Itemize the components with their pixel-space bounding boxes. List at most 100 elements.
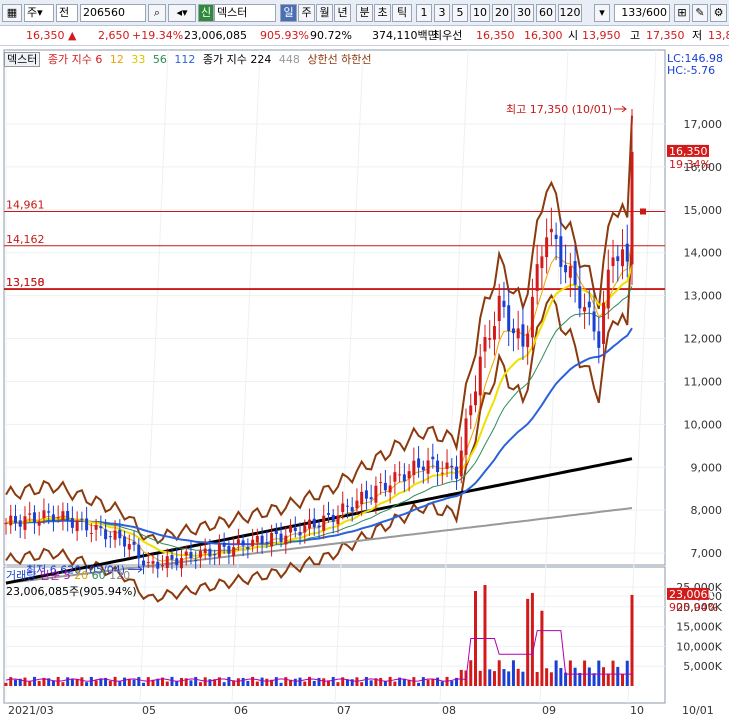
candle-body (464, 418, 468, 455)
volume-bar (554, 660, 558, 686)
bar-count-field[interactable]: 133/600 (614, 4, 670, 22)
grid-icon[interactable]: ▦ (2, 4, 22, 22)
tab-tick[interactable]: 틱 (392, 4, 412, 22)
tab-min-10[interactable]: 10 (470, 4, 490, 22)
prev-select[interactable]: 전 (56, 4, 78, 22)
volume-bar (421, 677, 425, 686)
volume-bar (578, 672, 582, 686)
menu-select[interactable]: 주▾ (24, 4, 54, 22)
price-chart-svg[interactable]: 14,96114,16213,15813,150 17,00016,00015,… (0, 46, 729, 718)
legend-band[interactable]: 상한선 하한선 (307, 53, 371, 66)
candle-body (9, 515, 13, 526)
x-tick-label: 10/01 (682, 704, 714, 717)
legend-ma-56[interactable]: 56 (153, 53, 167, 66)
tab-min-5[interactable]: 5 (452, 4, 468, 22)
speaker-icon[interactable]: ◂▾ (168, 4, 196, 22)
tab-min-120[interactable]: 120 (558, 4, 582, 22)
candle-body (175, 558, 179, 566)
volume-bar (132, 679, 136, 686)
volume-legend-ma-120[interactable]: 120 (109, 569, 130, 582)
volume-bar (521, 671, 525, 686)
volume-bar (142, 682, 146, 686)
candle-body (279, 533, 283, 542)
candle-body (23, 516, 27, 530)
volume-bar (227, 676, 231, 686)
volume-bar (198, 682, 202, 686)
volume-current-pct: 905.94% (669, 601, 718, 614)
candle-body (32, 512, 36, 523)
candle-body (417, 458, 421, 468)
tab-day[interactable]: 일 (280, 4, 297, 22)
price-change: 2,650 (98, 29, 130, 42)
volume-bar (75, 679, 79, 686)
volume-bar (298, 677, 302, 686)
stock-name-field[interactable]: 덱스터 (214, 4, 276, 22)
candle-body (99, 526, 103, 529)
candle-body (521, 324, 525, 347)
legend-ma-12[interactable]: 12 (110, 53, 124, 66)
candle-body (592, 311, 596, 332)
settings-icon[interactable]: ⚙ (710, 4, 727, 22)
chart-area[interactable]: 14,961 14,162 13,158 13,150 17,000 16,000 15,… (0, 46, 729, 718)
stock-code-input[interactable]: 206560 (80, 4, 146, 22)
price-tick-label: 13,000 (684, 290, 723, 303)
legend-stock-name[interactable]: 덱스터 (4, 52, 41, 67)
tab-year[interactable]: 년 (334, 4, 351, 22)
tab-minute[interactable]: 분 (356, 4, 373, 22)
candle-body (407, 471, 411, 479)
candle-body (369, 497, 373, 500)
legend-ma2-label[interactable]: 종가 지수 224 (203, 53, 271, 66)
volume-bar (32, 676, 36, 686)
tab-min-60[interactable]: 60 (536, 4, 556, 22)
search-icon[interactable]: ⌕ (148, 4, 166, 22)
tab-min-30[interactable]: 30 (514, 4, 534, 22)
volume-bar (293, 678, 297, 686)
candle-body (146, 562, 150, 564)
price-tick-label: 12,000 (684, 333, 723, 346)
volume-bar (516, 668, 520, 686)
candle-body (379, 482, 383, 484)
candle-body (213, 554, 217, 556)
grid-settings-icon[interactable]: ⊞ (674, 4, 690, 22)
volume-bar (436, 677, 440, 686)
tools-icon[interactable]: ✎ (692, 4, 708, 22)
tab-second[interactable]: 초 (374, 4, 391, 22)
tab-min-1[interactable]: 1 (416, 4, 432, 22)
dropdown-icon[interactable]: ▾ (594, 4, 610, 22)
candle-body (559, 236, 563, 267)
candle-body (336, 515, 340, 525)
price-tick-label: 8,000 (691, 504, 723, 517)
legend-ma-33[interactable]: 33 (131, 53, 145, 66)
candle-body (198, 550, 202, 558)
candle-body (127, 544, 131, 550)
candle-body (284, 535, 288, 545)
volume-bar (564, 672, 568, 686)
candle-body (526, 333, 530, 348)
volume-legend-label[interactable]: 거래량 (6, 569, 36, 582)
tab-month[interactable]: 월 (316, 4, 333, 22)
candle-body (94, 524, 98, 530)
high-label: 고 (630, 29, 641, 42)
candle-body (137, 544, 141, 559)
volume-bar (37, 680, 41, 686)
legend-ma-label[interactable]: 종가 지수 6 (48, 53, 102, 66)
tab-min-20[interactable]: 20 (492, 4, 512, 22)
volume-bar (483, 585, 487, 686)
legend-ma-112[interactable]: 112 (174, 53, 195, 66)
volume-bar (265, 678, 269, 686)
ask-price-2: 16,300 (524, 29, 563, 42)
legend-ma-448[interactable]: 448 (279, 53, 300, 66)
candle-body (450, 465, 454, 468)
trading-amount: 374,110백만 (372, 29, 438, 42)
tab-week[interactable]: 주 (298, 4, 315, 22)
candle-body (597, 331, 601, 348)
volume-legend-ma-20[interactable]: 20 (74, 569, 88, 582)
candle-body (293, 527, 297, 531)
up-arrow-icon: ▲ (68, 29, 77, 42)
volume-legend-ma-60[interactable]: 60 (92, 569, 106, 582)
tab-min-3[interactable]: 3 (434, 4, 450, 22)
volume-bar (85, 682, 89, 686)
volume-bar (440, 681, 444, 686)
volume-legend-ma[interactable]: 단순 5 (40, 569, 71, 582)
candle-body (142, 560, 146, 566)
